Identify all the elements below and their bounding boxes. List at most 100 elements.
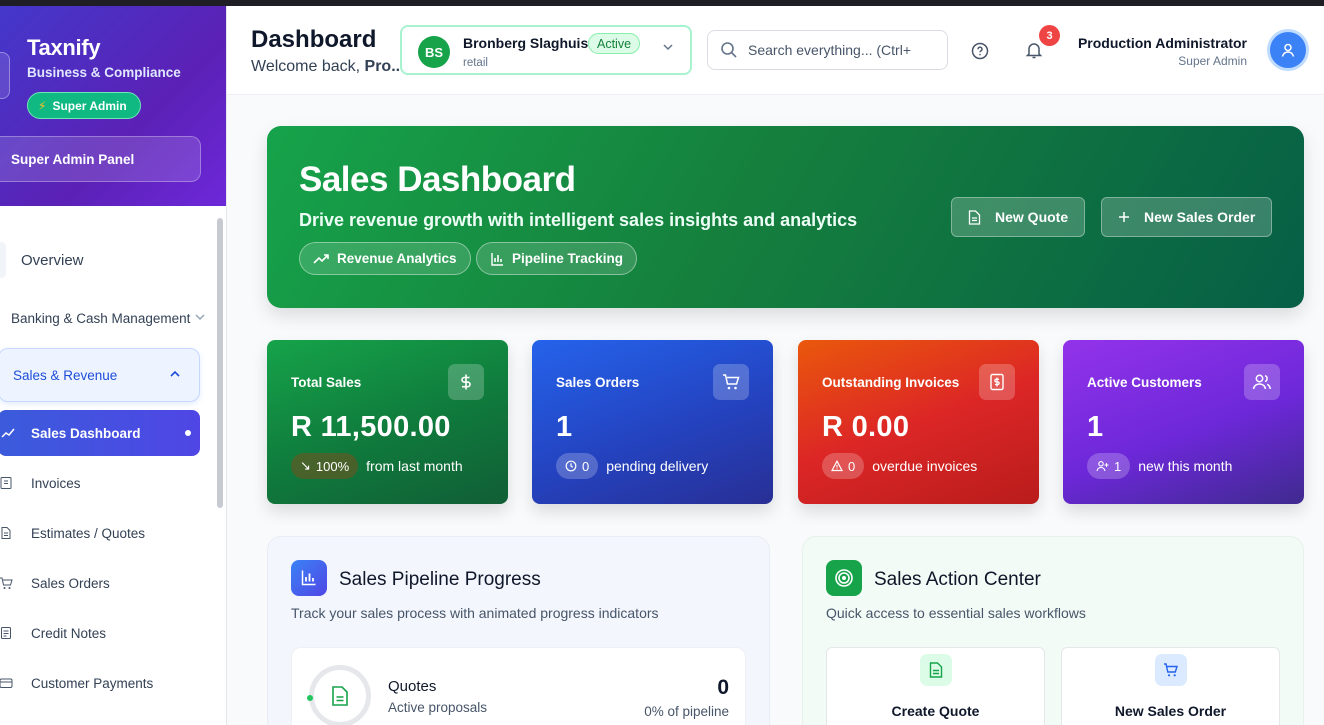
trend-icon xyxy=(313,253,329,264)
sidebar-item-label: Customer Payments xyxy=(31,675,154,691)
new-quote-button[interactable]: New Quote xyxy=(951,197,1086,237)
sidebar-item-estimates[interactable]: Estimates / Quotes xyxy=(0,518,145,548)
warning-icon xyxy=(831,460,843,472)
chip-value: 0 xyxy=(848,458,856,474)
pill-label: Revenue Analytics xyxy=(337,251,457,266)
search-icon xyxy=(721,42,737,58)
button-label: New Sales Order xyxy=(1144,209,1256,225)
sidebar-item-label: Sales & Revenue xyxy=(13,367,118,383)
kpi-card-sales-orders[interactable]: Sales Orders 1 0 pending delivery xyxy=(532,340,773,504)
cart-icon xyxy=(0,575,14,591)
kpi-footer: ↘ 100% from last month xyxy=(291,453,463,479)
user-name: Production Administrator xyxy=(1077,35,1247,51)
bolt-icon: ⚡ xyxy=(38,98,47,113)
sales-pipeline-panel: Sales Pipeline Progress Track your sales… xyxy=(267,536,770,725)
sidebar-header: Taxnify Business & Compliance ⚡ Super Ad… xyxy=(0,6,226,206)
kpi-label: Total Sales xyxy=(291,375,362,390)
dollar-icon xyxy=(448,364,484,400)
sidebar-item-label: Overview xyxy=(21,251,84,269)
kpi-footer: 0 overdue invoices xyxy=(822,453,977,479)
sidebar-group-sales[interactable]: Sales & Revenue xyxy=(0,348,200,402)
brand-name: Taxnify xyxy=(27,35,101,60)
document-icon xyxy=(919,654,952,686)
new-customers-chip: 1 xyxy=(1087,453,1131,479)
role-badge-label: Super Admin xyxy=(52,98,127,113)
sidebar-item-label: Sales Dashboard xyxy=(31,425,141,441)
search-input[interactable] xyxy=(748,42,928,58)
top-header: Dashboard Welcome back, Pro... BS Bronbe… xyxy=(227,6,1324,95)
bar-chart-icon xyxy=(491,252,503,266)
page-title: Dashboard xyxy=(251,26,377,53)
document-icon xyxy=(332,686,348,706)
search-box[interactable] xyxy=(707,30,948,70)
pill-label: Pipeline Tracking xyxy=(512,251,624,266)
company-avatar: BS xyxy=(418,36,450,68)
sidebar: Taxnify Business & Compliance ⚡ Super Ad… xyxy=(0,6,227,725)
kpi-card-active-customers[interactable]: Active Customers 1 1 new this month xyxy=(1063,340,1304,504)
panel-title: Sales Action Center xyxy=(874,569,1041,590)
kpi-card-total-sales[interactable]: Total Sales R 11,500.00 ↘ 100% from last … xyxy=(267,340,508,504)
new-sales-order-action-button[interactable]: New Sales Order xyxy=(1061,647,1280,725)
hero-subtitle: Drive revenue growth with intelligent sa… xyxy=(299,210,858,230)
admin-panel-button[interactable]: Super Admin Panel xyxy=(0,136,201,182)
kpi-value: 1 xyxy=(556,411,573,443)
sidebar-item-sales-orders[interactable]: Sales Orders xyxy=(0,568,110,598)
pipeline-tracking-pill[interactable]: Pipeline Tracking xyxy=(476,242,638,275)
sidebar-item-label: Estimates / Quotes xyxy=(31,525,146,541)
pipeline-stage-quotes[interactable]: Quotes Active proposals 0 0% of pipeline xyxy=(291,647,746,725)
sidebar-item-overview[interactable]: Overview xyxy=(0,242,203,278)
trend-icon xyxy=(0,425,16,441)
chip-value: 1 xyxy=(1114,458,1122,474)
sidebar-item-sales-dashboard[interactable]: Sales Dashboard xyxy=(0,410,200,456)
brand-subtitle: Business & Compliance xyxy=(27,65,181,80)
sidebar-item-credit-notes[interactable]: Credit Notes xyxy=(0,618,106,648)
avatar[interactable] xyxy=(1267,29,1309,71)
sidebar-item-label: Invoices xyxy=(31,475,81,491)
document-icon xyxy=(968,209,981,225)
kpi-value: R 0.00 xyxy=(822,411,910,443)
progress-dot xyxy=(307,695,313,701)
kpi-note: overdue invoices xyxy=(872,458,978,474)
sidebar-scrollbar[interactable] xyxy=(217,218,223,508)
chip-value: 0 xyxy=(582,458,590,474)
stage-name: Quotes xyxy=(388,678,437,695)
document-icon xyxy=(0,525,14,541)
users-icon xyxy=(1244,364,1280,400)
company-selector[interactable]: BS Bronberg Slaghuis Active retail xyxy=(400,25,692,75)
revenue-analytics-pill[interactable]: Revenue Analytics xyxy=(299,242,471,275)
panel-title: Sales Pipeline Progress xyxy=(339,569,541,590)
stage-percentage: 0% of pipeline xyxy=(644,704,729,719)
chevron-down-icon xyxy=(194,311,206,326)
sidebar-item-invoices[interactable]: Invoices xyxy=(0,468,81,498)
plus-icon xyxy=(1119,212,1129,222)
invoice-dollar-icon xyxy=(979,364,1015,400)
help-icon[interactable] xyxy=(970,41,990,61)
kpi-label: Outstanding Invoices xyxy=(822,375,960,390)
sidebar-item-label: Sales Orders xyxy=(31,575,110,591)
create-quote-button[interactable]: Create Quote xyxy=(826,647,1045,725)
kpi-value: R 11,500.00 xyxy=(291,411,451,443)
sidebar-item-banking[interactable]: Banking & Cash Management xyxy=(11,306,206,330)
new-sales-order-button[interactable]: New Sales Order xyxy=(1101,197,1273,237)
button-label: New Quote xyxy=(995,209,1069,225)
kpi-card-outstanding-invoices[interactable]: Outstanding Invoices R 0.00 0 overdue in… xyxy=(798,340,1039,504)
company-name: Bronberg Slaghuis xyxy=(463,35,589,51)
sidebar-item-customer-payments[interactable]: Customer Payments xyxy=(0,668,153,698)
kpi-footer: 0 pending delivery xyxy=(556,453,708,479)
status-badge: Active xyxy=(588,33,641,54)
role-badge: ⚡ Super Admin xyxy=(27,92,141,119)
clock-icon xyxy=(565,460,577,472)
kpi-note: pending delivery xyxy=(606,458,709,474)
kpi-note: from last month xyxy=(366,458,463,474)
overdue-chip: 0 xyxy=(822,453,865,479)
notification-count-badge: 3 xyxy=(1039,25,1060,46)
bell-icon[interactable] xyxy=(1024,40,1044,60)
stage-count: 0 xyxy=(717,676,729,699)
action-label: Create Quote xyxy=(891,703,980,719)
cart-icon xyxy=(713,364,749,400)
stage-description: Active proposals xyxy=(388,700,488,715)
kpi-note: new this month xyxy=(1138,458,1233,474)
active-dot xyxy=(185,430,191,436)
chevron-down-icon xyxy=(662,41,674,56)
receipt-icon xyxy=(0,475,14,491)
